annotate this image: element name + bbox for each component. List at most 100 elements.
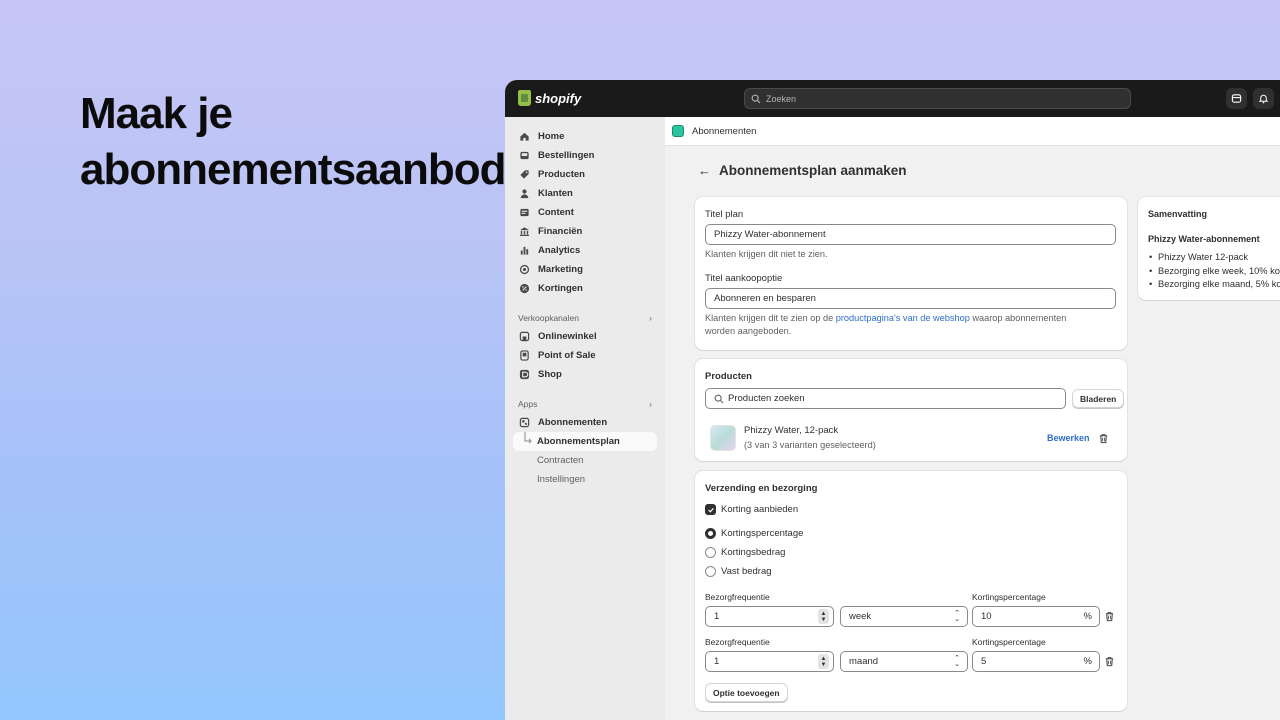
discount-percentage-label: Kortingspercentage: [972, 592, 1046, 602]
chevron-right-icon: ›: [649, 399, 652, 409]
sidebar-item-orders[interactable]: Bestellingen: [513, 146, 657, 165]
sidebar-subitem-contracts[interactable]: Contracten: [513, 451, 657, 470]
sidebar-item-label: Point of Sale: [538, 350, 596, 361]
sidebar-item-home[interactable]: Home: [513, 127, 657, 146]
offer-discount-label: Korting aanbieden: [721, 504, 799, 515]
browse-button[interactable]: Bladeren: [1072, 389, 1125, 408]
purchase-option-help: Klanten krijgen dit te zien op de produc…: [705, 312, 1116, 338]
sidebar-item-label: Shop: [538, 369, 562, 380]
sidebar-item-label: Abonnementen: [538, 417, 608, 428]
stepper-icon[interactable]: ▲ ▼: [818, 609, 829, 624]
product-variants: (3 van 3 varianten geselecteerd): [744, 440, 876, 450]
delivery-frequency-label: Bezorgfrequentie: [705, 637, 770, 647]
summary-line: Bezorging elke maand, 5% korting: [1148, 278, 1280, 292]
sidebar-item-products[interactable]: Producten: [513, 165, 657, 184]
store-button[interactable]: [1226, 88, 1247, 109]
page-header: ← Abonnementsplan aanmaken: [698, 163, 907, 178]
sidebar-item-label: Bestellingen: [538, 150, 595, 161]
bell-icon: [1258, 94, 1269, 104]
delivery-frequency-input[interactable]: 1 ▲ ▼: [705, 651, 834, 672]
checkmark-icon: [707, 507, 714, 513]
product-pages-link[interactable]: productpagina's van de webshop: [836, 313, 970, 323]
store-icon: [519, 331, 530, 342]
sidebar-item-marketing[interactable]: Marketing: [513, 260, 657, 279]
summary-card: Samenvatting Phizzy Water-abonnement Phi…: [1138, 197, 1280, 300]
select-arrows-icon: ⌃ ⌄: [954, 610, 960, 623]
tree-branch-icon: [524, 432, 532, 444]
discount-type-label: Vast bedrag: [721, 566, 772, 577]
sales-channels-label: Verkoopkanalen: [518, 313, 579, 323]
delivery-frequency-label: Bezorgfrequentie: [705, 592, 770, 602]
home-icon: [519, 131, 530, 142]
notifications-button[interactable]: [1253, 88, 1274, 109]
summary-plan-name: Phizzy Water-abonnement: [1148, 234, 1260, 244]
discount-type-label: Kortingsbedrag: [721, 547, 786, 558]
sidebar-item-subscriptions-app[interactable]: Abonnementen: [513, 413, 657, 432]
purchase-option-input[interactable]: Abonneren en besparen: [705, 288, 1116, 309]
search-placeholder: Zoeken: [766, 93, 797, 104]
frequency-value: 1: [714, 656, 720, 667]
sidebar-item-label: Instellingen: [537, 474, 586, 485]
delivery-frequency-input[interactable]: 1 ▲ ▼: [705, 606, 834, 627]
sidebar-item-label: Klanten: [538, 188, 573, 199]
target-icon: [519, 264, 530, 275]
discount-type-amount-radio[interactable]: [705, 547, 716, 558]
discount-percentage-input[interactable]: 10 %: [972, 606, 1100, 627]
stepper-icon[interactable]: ▲ ▼: [818, 654, 829, 669]
sidebar-item-online-store[interactable]: Onlinewinkel: [513, 327, 657, 346]
shopify-logo[interactable]: shopify: [518, 90, 581, 106]
sidebar-item-label: Marketing: [538, 264, 583, 275]
apps-section[interactable]: Apps ›: [518, 399, 652, 409]
percent-suffix: %: [1083, 656, 1092, 667]
sidebar-item-discounts[interactable]: Kortingen: [513, 279, 657, 298]
trash-icon[interactable]: [1104, 611, 1115, 622]
apps-label: Apps: [518, 399, 538, 409]
trash-icon[interactable]: [1098, 433, 1109, 444]
main-content: Abonnementen ← Abonnementsplan aanmaken …: [665, 117, 1280, 720]
help-text: Klanten krijgen dit te zien op de: [705, 313, 836, 323]
sidebar-item-customers[interactable]: Klanten: [513, 184, 657, 203]
help-text: waarop abonnementen: [969, 313, 1067, 323]
sidebar-item-finances[interactable]: Financiën: [513, 222, 657, 241]
summary-list: Phizzy Water 12-pack Bezorging elke week…: [1148, 251, 1280, 292]
sidebar-item-label: Home: [538, 131, 565, 142]
product-thumbnail: [710, 425, 736, 451]
sidebar-item-content[interactable]: Content: [513, 203, 657, 222]
trash-icon[interactable]: [1104, 656, 1115, 667]
add-option-button[interactable]: Optie toevoegen: [705, 683, 788, 702]
discount-percentage-input[interactable]: 5 %: [972, 651, 1100, 672]
sidebar-subitem-settings[interactable]: Instellingen: [513, 470, 657, 489]
sidebar-item-analytics[interactable]: Analytics: [513, 241, 657, 260]
app-bar: Abonnementen: [665, 117, 1280, 146]
sidebar-item-label: Analytics: [538, 245, 581, 256]
summary-heading: Samenvatting: [1148, 209, 1208, 219]
top-bar: shopify Zoeken: [505, 80, 1280, 117]
discount-percentage-value: 5: [981, 656, 987, 667]
plan-title-input[interactable]: Phizzy Water-abonnement: [705, 224, 1116, 245]
store-icon: [1231, 94, 1242, 103]
sidebar-subitem-subscription-plan[interactable]: Abonnementsplan: [513, 432, 657, 451]
product-search-placeholder: Producten zoeken: [728, 393, 805, 404]
edit-product-link[interactable]: Bewerken: [1047, 433, 1090, 443]
frequency-unit-select[interactable]: week ⌃ ⌄: [840, 606, 968, 627]
sidebar-item-shop[interactable]: Shop: [513, 365, 657, 384]
sidebar-item-label: Contracten: [537, 455, 584, 466]
pos-icon: [519, 350, 530, 361]
offer-discount-checkbox[interactable]: [705, 504, 716, 515]
discount-type-fixed-radio[interactable]: [705, 566, 716, 577]
sales-channels-section[interactable]: Verkoopkanalen ›: [518, 313, 652, 323]
search-icon: [751, 94, 761, 103]
marketing-headline: Maak je abonnementsaanbod: [80, 89, 506, 194]
frequency-value: 1: [714, 611, 720, 622]
sidebar-item-label: Producten: [538, 169, 585, 180]
frequency-unit-select[interactable]: maand ⌃ ⌄: [840, 651, 968, 672]
sidebar-item-point-of-sale[interactable]: Point of Sale: [513, 346, 657, 365]
back-arrow-icon[interactable]: ←: [698, 163, 711, 178]
subscriptions-app-icon: [519, 417, 530, 428]
discount-icon: [519, 283, 530, 294]
product-search-input[interactable]: Producten zoeken: [705, 388, 1066, 409]
discount-type-percentage-radio[interactable]: [705, 528, 716, 539]
frequency-unit-value: week: [849, 611, 872, 622]
content-icon: [519, 207, 530, 218]
global-search-input[interactable]: Zoeken: [744, 88, 1131, 109]
